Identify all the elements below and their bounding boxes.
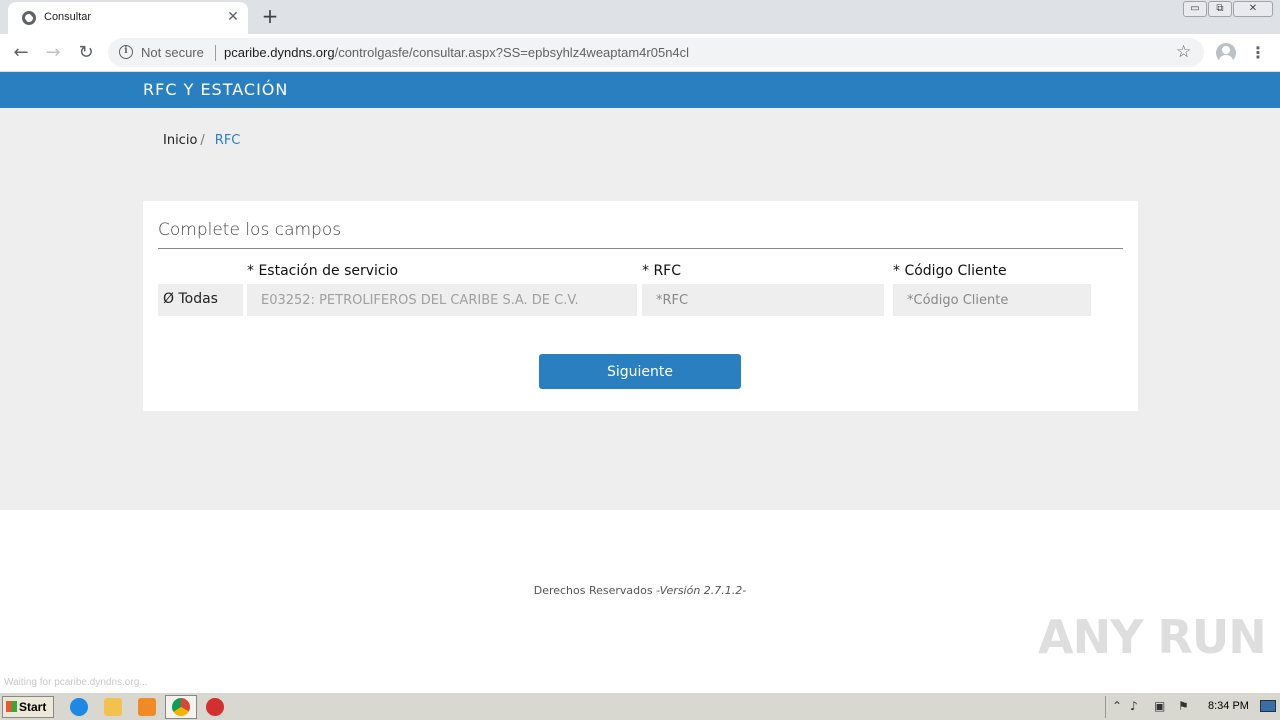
station-field[interactable] [247,284,637,316]
url-text[interactable]: pcaribe.dyndns.org/controlgasfe/consulta… [224,45,689,60]
address-bar[interactable]: i Not secure pcaribe.dyndns.org/controlg… [108,38,1204,67]
chrome-icon [172,698,190,716]
page-header: RFC Y ESTACIÓN [0,72,1280,108]
back-arrow-icon[interactable]: ← [8,40,34,66]
restore-button[interactable]: ⧉ [1208,1,1232,17]
forward-arrow-icon[interactable]: → [40,40,66,66]
breadcrumb-separator: / [200,133,205,148]
anyrun-watermark-logo: ANY RUN [1038,610,1267,664]
browser-tabstrip: Consultar ✕ + ▭ ⧉ ✕ [0,0,1280,34]
browser-tab[interactable]: Consultar ✕ [8,2,248,34]
security-label[interactable]: Not secure [141,45,204,60]
start-button[interactable]: Start [2,696,54,718]
next-button[interactable]: Siguiente [539,354,741,389]
client-code-label: * Código Cliente [893,263,1007,279]
minimize-button[interactable]: ▭ [1183,1,1207,17]
footer: Derechos Reservados -Versión 2.7.1.2- [0,584,1280,597]
tray-divider [1105,696,1106,718]
main-content: Inicio / RFC Complete los campos * Estació… [0,108,1280,510]
kebab-menu-icon[interactable]: ⋮ [1250,41,1266,65]
browser-status-text: Waiting for pcaribe.dyndns.org... [4,677,148,688]
reload-icon[interactable]: ↻ [73,40,99,66]
window-close-button[interactable]: ✕ [1233,1,1273,17]
taskbar-clock[interactable]: 8:34 PM [1208,700,1249,712]
volume-icon[interactable]: ♪ [1130,699,1138,713]
new-tab-button[interactable]: + [258,5,282,29]
client-code-input[interactable] [893,284,1091,316]
chrome-taskbar-button[interactable] [165,695,197,719]
file-explorer-icon[interactable] [104,698,122,716]
internet-explorer-icon[interactable] [70,698,88,716]
bookmark-star-icon[interactable]: ☆ [1176,42,1191,62]
url-path: /controlgasfe/consultar.aspx?SS=epbsyhlz… [334,45,690,60]
rfc-label: * RFC [642,263,682,279]
action-center-flag-icon[interactable]: ⚑ [1178,699,1189,713]
url-host: pcaribe.dyndns.org [224,45,335,60]
info-icon[interactable]: i [119,45,133,59]
globe-icon [22,11,36,25]
browser-toolbar: ← → ↻ i Not secure pcaribe.dyndns.org/co… [0,34,1280,72]
footer-rights: Derechos Reservados [533,584,653,597]
network-icon[interactable]: ▣ [1154,699,1165,713]
station-label: * Estación de servicio [247,263,399,279]
omnibox-divider [215,45,216,61]
breadcrumb-current: RFC [214,133,241,148]
media-player-icon[interactable] [138,698,156,716]
form-card: Complete los campos * Estación de servic… [143,201,1138,411]
station-filter-addon[interactable]: Ø Todas [158,284,243,316]
tab-close-button[interactable]: ✕ [224,8,242,26]
rfc-input[interactable] [642,284,884,316]
title-divider [158,248,1123,249]
form-title: Complete los campos [158,220,342,240]
page-title: RFC Y ESTACIÓN [143,80,289,99]
taskbar: Start ⌃ ♪ ▣ ⚑ 8:34 PM [0,692,1280,720]
footer-version: -Versión 2.7.1.2- [656,584,747,597]
breadcrumb: Inicio / RFC [163,133,240,148]
tab-title: Consultar [44,11,92,23]
profile-avatar-icon[interactable] [1216,43,1236,63]
antivirus-icon[interactable] [206,698,224,716]
show-desktop-icon[interactable] [1260,700,1276,712]
tray-expand-icon[interactable]: ⌃ [1112,699,1122,713]
breadcrumb-home-link[interactable]: Inicio [163,133,197,148]
